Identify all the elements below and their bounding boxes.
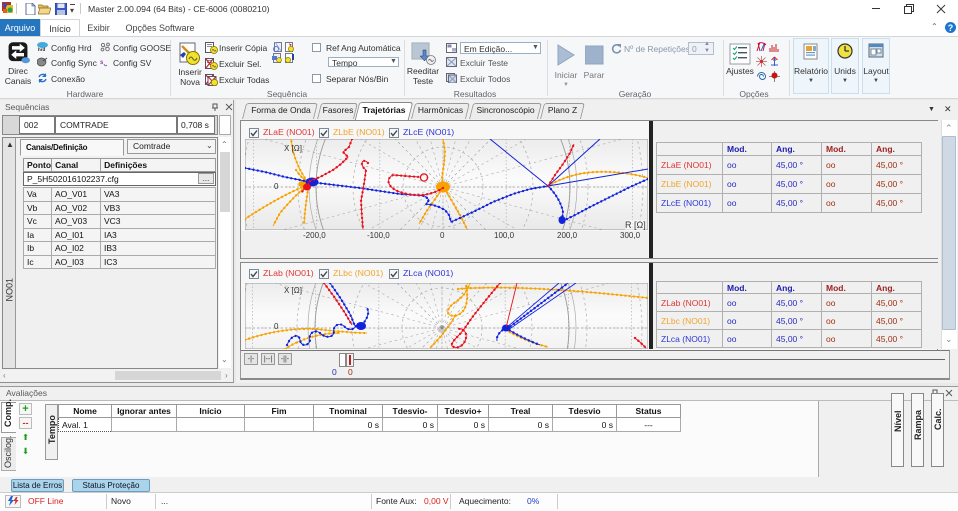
svg-text:s: s xyxy=(100,60,104,66)
svg-text:hrd: hrd xyxy=(38,47,46,52)
